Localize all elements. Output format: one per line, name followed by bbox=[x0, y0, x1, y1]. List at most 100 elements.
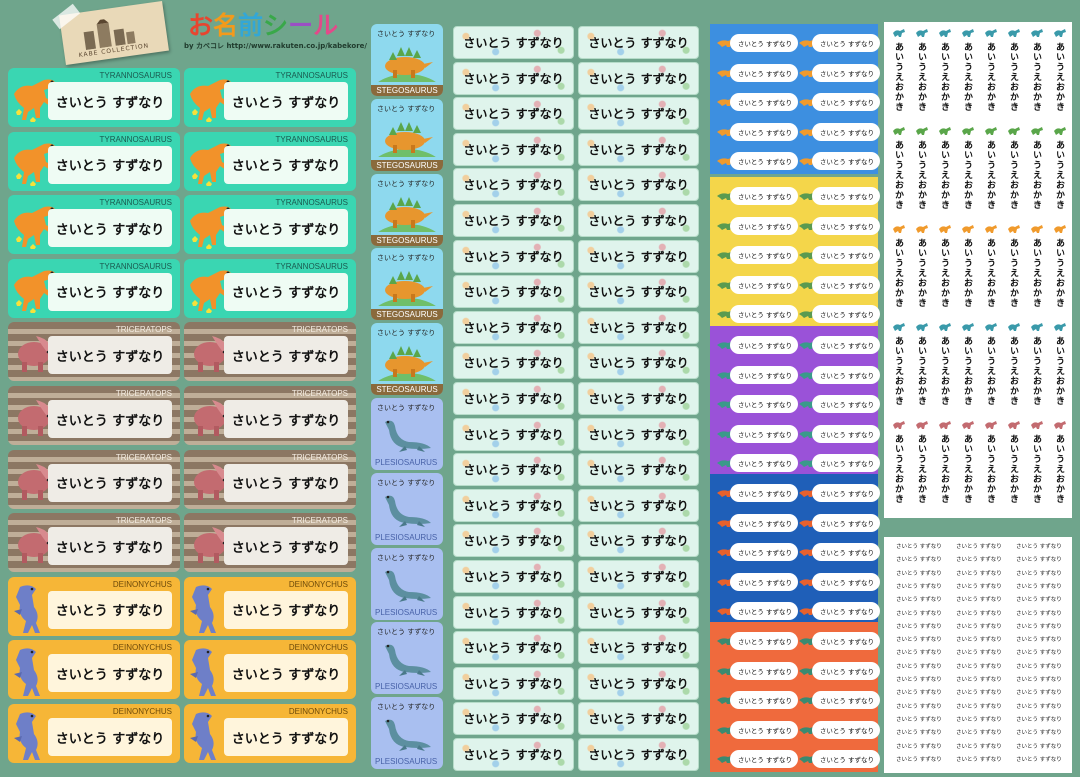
name-tag: さいとう すずなり bbox=[453, 595, 574, 629]
name-text: さいとう すずなり bbox=[819, 608, 874, 616]
species-name: TRICERATOPS bbox=[291, 452, 348, 462]
name-tag: さいとう すずなり bbox=[453, 346, 574, 380]
name-text: さいとう すずなり bbox=[463, 498, 564, 513]
dinosaur-icon bbox=[962, 323, 974, 331]
tiny-name-label: さいとう すずなり bbox=[1016, 703, 1062, 710]
kana-label: あいうえおかき bbox=[893, 336, 903, 406]
deinonychus-label: DEINONYCHUS さいとう すずなり bbox=[8, 576, 180, 636]
species-name: TYRANNOSAURUS bbox=[99, 71, 172, 80]
dinosaur-icon bbox=[893, 323, 905, 331]
species-name: TYRANNOSAURUS bbox=[275, 134, 348, 144]
name-text: さいとう すずなり bbox=[377, 329, 436, 338]
species-name: TYRANNOSAURUS bbox=[275, 198, 348, 208]
name-text: さいとう すずなり bbox=[737, 697, 792, 705]
name-text: さいとう すずなり bbox=[819, 371, 874, 380]
species-name: PLESIOSAURUS bbox=[375, 458, 438, 467]
dinosaur-icon bbox=[985, 127, 997, 135]
mini-name-label: さいとう すずなり bbox=[730, 602, 798, 620]
name-tag: さいとう すずなり bbox=[453, 168, 574, 202]
tiny-name-label: さいとう すずなり bbox=[956, 544, 1002, 550]
tiny-name-label: さいとう すずなり bbox=[896, 650, 942, 657]
name-text: さいとう すずなり bbox=[737, 608, 792, 616]
plesiosaurus-label: さいとう すずなり PLESIOSAURUS bbox=[371, 622, 443, 695]
name-text: さいとう すずなり bbox=[463, 534, 564, 549]
tiny-name-label: さいとう すずなり bbox=[1016, 650, 1062, 657]
name-tag: さいとう すずなり bbox=[578, 417, 699, 451]
triceratops-label: TRICERATOPS さいとう すずなり bbox=[184, 386, 356, 445]
triceratops-label: TRICERATOPS さいとう すずなり bbox=[184, 322, 356, 382]
name-tag: さいとう すずなり bbox=[578, 702, 699, 736]
tiny-name-label: さいとう すずなり bbox=[956, 623, 1002, 630]
name-text: さいとう すずなり bbox=[224, 463, 348, 502]
mini-name-label: さいとう すずなり bbox=[812, 34, 880, 52]
species-name: STEGOSAURUS bbox=[371, 159, 443, 171]
dinosaur-icon bbox=[1031, 29, 1043, 37]
stegosaurus-label: さいとう すずなり STEGOSAURUS bbox=[371, 98, 443, 171]
dinosaur-icon bbox=[1031, 225, 1043, 233]
name-text: さいとう すずなり bbox=[377, 628, 436, 637]
name-text: さいとう すずなり bbox=[588, 498, 689, 513]
mini-name-label: さいとう すずなり bbox=[812, 572, 880, 591]
name-text: さいとう すずなり bbox=[588, 427, 689, 442]
blue-light-band: さいとう すずなり さいとう すずなり さいとう すずなり さいとう すずなり さいとう… bbox=[710, 24, 880, 174]
mini-name-label: さいとう すずなり bbox=[812, 632, 880, 650]
mini-name-label: さいとう すずなり bbox=[812, 275, 880, 294]
mini-name-label: さいとう すずなり bbox=[812, 365, 880, 384]
mini-name-label: さいとう すずなり bbox=[730, 484, 798, 502]
tiny-name-label: さいとう すずなり bbox=[896, 756, 942, 763]
tiny-name-label: さいとう すずなり bbox=[1016, 544, 1062, 550]
name-text: さいとう すずなり bbox=[588, 463, 689, 478]
name-text: さいとう すずなり bbox=[588, 534, 689, 549]
tiny-name-label: さいとう すずなり bbox=[896, 730, 942, 737]
tiny-name-label: さいとう すずなり bbox=[1016, 557, 1062, 564]
tiny-name-label: さいとう すずなり bbox=[1016, 716, 1062, 723]
triceratops-label: TRICERATOPS さいとう すずなり bbox=[184, 513, 356, 573]
dinosaur-icon bbox=[1031, 421, 1043, 429]
name-text: さいとう すずなり bbox=[463, 71, 564, 86]
tiny-name-label: さいとう すずなり bbox=[896, 544, 942, 550]
orange-band: さいとう すずなり さいとう すずなり さいとう すずなり さいとう すずなり さいとう… bbox=[710, 622, 880, 772]
name-text: さいとう すずなり bbox=[588, 392, 689, 406]
tiny-name-label: さいとう すずなり bbox=[896, 597, 942, 604]
tiny-name-label: さいとう すずなり bbox=[896, 623, 942, 630]
name-text: さいとう すずなり bbox=[819, 40, 874, 48]
dinosaur-icon bbox=[1054, 323, 1066, 331]
name-tag: さいとう すずなり bbox=[453, 310, 574, 344]
name-text: さいとう すずなり bbox=[737, 252, 792, 260]
tiny-name-label: さいとう すずなり bbox=[956, 597, 1002, 604]
name-text: さいとう すずなり bbox=[463, 570, 564, 584]
mini-name-label: さいとう すずなり bbox=[730, 454, 798, 472]
name-text: さいとう すずなり bbox=[588, 605, 689, 620]
kana-label: あいうえおかき bbox=[939, 336, 949, 406]
name-text: さいとう すずなり bbox=[463, 249, 564, 264]
kana-label: あいうえおかき bbox=[1054, 42, 1064, 112]
name-text: さいとう すずなり bbox=[819, 726, 874, 735]
name-text: さいとう すずなり bbox=[819, 460, 874, 468]
tiny-name-label: さいとう すずなり bbox=[1016, 677, 1062, 683]
dinosaur-icon bbox=[893, 225, 905, 233]
stegosaurus-label: さいとう すずなり STEGOSAURUS bbox=[371, 24, 443, 96]
tiny-name-label: さいとう すずなり bbox=[896, 677, 942, 683]
name-text: さいとう すずなり bbox=[737, 638, 792, 646]
tiny-name-label: さいとう すずなり bbox=[956, 650, 1002, 657]
stegosaurus-icon bbox=[378, 346, 436, 382]
kana-label: あいうえおかき bbox=[893, 42, 903, 112]
dinosaur-icon bbox=[1008, 421, 1020, 429]
species-name: TRICERATOPS bbox=[291, 325, 348, 335]
name-text: さいとう すずなり bbox=[463, 605, 564, 620]
tiny-name-label: さいとう すずなり bbox=[1016, 743, 1062, 750]
mini-name-label: さいとう すずなり bbox=[812, 305, 880, 323]
name-text: さいとう すずなり bbox=[737, 401, 792, 409]
tiny-name-label: さいとう すずなり bbox=[896, 610, 942, 617]
tiny-name-label: さいとう すずなり bbox=[956, 730, 1002, 737]
dinosaur-icon bbox=[962, 29, 974, 37]
name-text: さいとう すずなり bbox=[224, 527, 348, 566]
tyrannosaurus-label: TYRANNOSAURUS さいとう すずなり bbox=[184, 258, 356, 318]
species-name: PLESIOSAURUS bbox=[375, 532, 438, 542]
tiny-name-label: さいとう すずなり bbox=[956, 610, 1002, 617]
name-text: さいとう すずなり bbox=[819, 519, 874, 528]
deinonychus-label: DEINONYCHUS さいとう すずなり bbox=[184, 576, 356, 636]
tyrannosaurus-label: TYRANNOSAURUS さいとう すずなり bbox=[184, 131, 356, 191]
mini-name-label: さいとう すずなり bbox=[730, 122, 798, 141]
name-text: さいとう すずなり bbox=[224, 718, 348, 756]
